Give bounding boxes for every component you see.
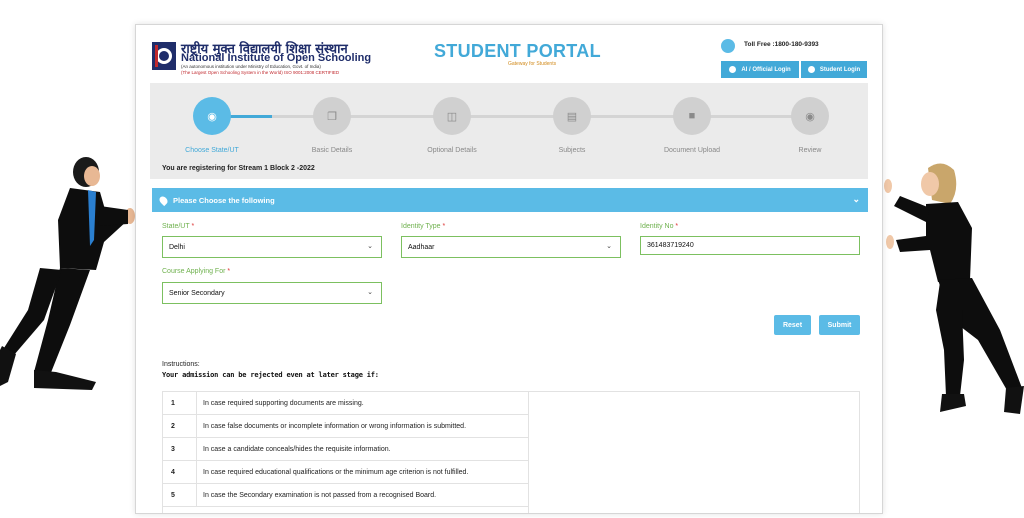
- user-icon: [729, 66, 737, 73]
- step-label: Basic Details: [311, 147, 353, 154]
- row-number: 5: [163, 484, 197, 506]
- file-icon: ■: [673, 97, 711, 135]
- eye-icon: ◉: [791, 97, 829, 135]
- step-subjects[interactable]: ▤ Subjects: [517, 97, 627, 154]
- row-text: In case required educational qualificati…: [203, 468, 469, 476]
- step-review[interactable]: ◉ Review: [755, 97, 865, 154]
- table-row: 4 In case required educational qualificat…: [163, 461, 529, 484]
- map-pin-icon: ◉: [193, 97, 231, 135]
- step-label: Choose State/UT: [185, 147, 239, 154]
- identity-type-label: Identity Type *: [401, 223, 446, 230]
- row-text: In case the Secondary examination is not…: [203, 491, 437, 499]
- row-number: 2: [163, 415, 197, 437]
- course-select[interactable]: Senior Secondary ⌄: [162, 282, 382, 304]
- step-optional-details[interactable]: ◫ Optional Details: [397, 97, 507, 154]
- book-icon: ▤: [553, 97, 591, 135]
- chevron-down-icon: ⌄: [606, 243, 612, 250]
- course-label: Course Applying For *: [162, 268, 231, 275]
- screenshot-stage: राष्ट्रीय मुक्त विद्यालयी शिक्षा संस्थान…: [0, 0, 1024, 518]
- row-text: In case required supporting documents ar…: [203, 399, 364, 407]
- portal-window: राष्ट्रीय मुक्त विद्यालयी शिक्षा संस्थान…: [135, 24, 883, 514]
- row-text: In case false documents or incomplete in…: [203, 422, 467, 430]
- phone-icon: [721, 39, 735, 53]
- choose-panel-header[interactable]: Please Choose the following ⌄: [152, 188, 868, 212]
- row-number: 1: [163, 392, 197, 414]
- woman-pushing-illustration: [884, 163, 1024, 414]
- identity-no-input[interactable]: 361483719240: [640, 236, 860, 255]
- step-choose-state-ut[interactable]: ◉ Choose State/UT: [157, 97, 267, 154]
- columns-icon: ◫: [433, 97, 471, 135]
- table-row: 1 In case required supporting documents a…: [163, 392, 529, 415]
- instructions-subheading: Your admission can be rejected even at l…: [162, 371, 379, 379]
- instructions-heading: Instructions:: [162, 361, 200, 368]
- step-basic-details[interactable]: ❐ Basic Details: [277, 97, 387, 154]
- table-row: 3 In case a candidate conceals/hides the …: [163, 438, 529, 461]
- registration-stream-note: You are registering for Stream 1 Block 2…: [162, 165, 315, 172]
- ai-official-login-button[interactable]: AI / Official Login: [721, 61, 799, 78]
- table-row: 5 In case the Secondary examination is no…: [163, 484, 529, 507]
- man-pushing-illustration: [0, 157, 135, 390]
- portal-header: राष्ट्रीय मुक्त विद्यालयी शिक्षा संस्थान…: [136, 25, 882, 81]
- chevron-down-icon: ⌄: [367, 289, 373, 296]
- toll-free-number: Toll Free :1800-180-9393: [744, 41, 819, 48]
- copy-icon: ❐: [313, 97, 351, 135]
- chevron-down-icon: ⌄: [367, 243, 373, 250]
- nios-logo-icon: [152, 42, 176, 70]
- submit-button[interactable]: Submit: [819, 315, 860, 335]
- state-select[interactable]: Delhi ⌄: [162, 236, 382, 258]
- logo-tagline: (The Largest Open Schooling System in th…: [181, 70, 340, 75]
- identity-no-label: Identity No *: [640, 223, 679, 230]
- reset-button[interactable]: Reset: [774, 315, 811, 335]
- state-label: State/UT *: [162, 223, 195, 230]
- step-label: Subjects: [558, 147, 586, 154]
- row-text: In case a candidate conceals/hides the r…: [203, 445, 391, 453]
- row-number: 4: [163, 461, 197, 483]
- map-pin-icon: [157, 194, 170, 206]
- step-label: Optional Details: [427, 147, 477, 154]
- row-number: 3: [163, 438, 197, 460]
- logo-english-text: National Institute of Open Schooling: [181, 52, 372, 64]
- step-document-upload[interactable]: ■ Document Upload: [637, 97, 747, 154]
- student-login-button[interactable]: Student Login: [801, 61, 867, 78]
- portal-title: STUDENT PORTAL: [434, 41, 601, 61]
- identity-type-select[interactable]: Aadhaar ⌄: [401, 236, 621, 258]
- step-label: Document Upload: [663, 147, 721, 154]
- chevron-down-icon[interactable]: ⌄: [852, 194, 860, 205]
- portal-subtitle: Gateway for Students: [508, 61, 557, 67]
- logo-subtitle: (An autonomous institution under Ministr…: [181, 64, 321, 69]
- table-row: 2 In case false documents or incomplete i…: [163, 415, 529, 438]
- instructions-table: 1 In case required supporting documents a…: [162, 391, 860, 513]
- student-icon: [807, 66, 815, 73]
- step-label: Review: [798, 147, 822, 154]
